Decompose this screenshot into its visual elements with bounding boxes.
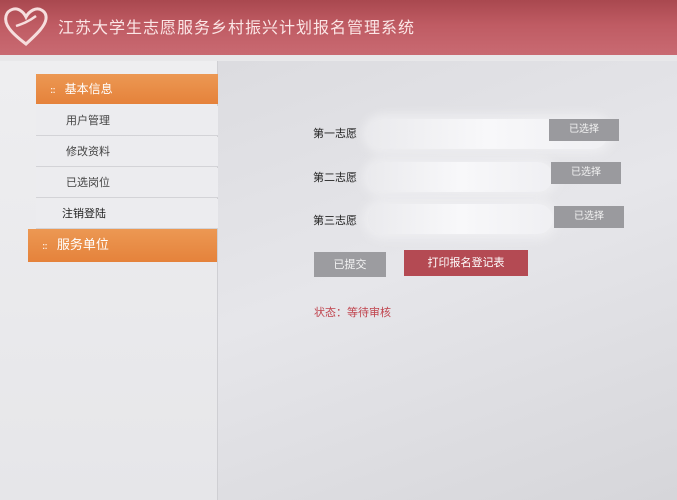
status-text: 状态：等待审核 [314, 306, 391, 319]
main-panel: 第一志愿 已选择 第二志愿 已选择 第三志愿 已选择 已提交 打印报名登记表 状… [218, 61, 677, 500]
submitted-button[interactable]: 已提交 [314, 252, 386, 277]
second-choice-selected-button[interactable]: 已选择 [551, 162, 621, 184]
grip-dots-icon: :: [42, 241, 48, 252]
third-choice-value-redacted [368, 204, 553, 234]
sidebar-item-logout[interactable]: 注销登陆 [36, 199, 218, 229]
print-registration-form-button[interactable]: 打印报名登记表 [404, 250, 528, 276]
sidebar-item-label: 修改资料 [66, 145, 110, 158]
menu-group-label: 服务单位 [56, 238, 109, 253]
sidebar-item-label: 注销登陆 [62, 207, 106, 220]
third-choice-label: 第三志愿 [313, 214, 357, 227]
grip-dots-icon: :: [50, 85, 56, 96]
first-choice-selected-button[interactable]: 已选择 [549, 119, 619, 141]
third-choice-selected-button[interactable]: 已选择 [554, 206, 624, 228]
first-choice-label: 第一志愿 [313, 127, 357, 140]
menu-group-label: 基本信息 [64, 82, 113, 96]
sidebar: :: 基本信息 用户管理 修改资料 已选岗位 注销登陆 :: 服务单位 [0, 61, 218, 500]
menu-group-basic-info[interactable]: :: 基本信息 [36, 74, 218, 104]
sidebar-item-label: 已选岗位 [66, 176, 110, 189]
menu-group-service-unit[interactable]: :: 服务单位 [28, 229, 217, 262]
heart-logo-icon [4, 7, 48, 46]
sidebar-item-edit-profile[interactable]: 修改资料 [36, 137, 218, 167]
app-title: 江苏大学生志愿服务乡村振兴计划报名管理系统 [58, 18, 416, 37]
sidebar-item-user-management[interactable]: 用户管理 [36, 106, 218, 136]
app-header: 江苏大学生志愿服务乡村振兴计划报名管理系统 [0, 0, 677, 55]
second-choice-value-redacted [368, 162, 553, 192]
sidebar-item-label: 用户管理 [66, 114, 110, 127]
second-choice-label: 第二志愿 [313, 171, 357, 184]
sidebar-item-selected-positions[interactable]: 已选岗位 [36, 168, 218, 198]
